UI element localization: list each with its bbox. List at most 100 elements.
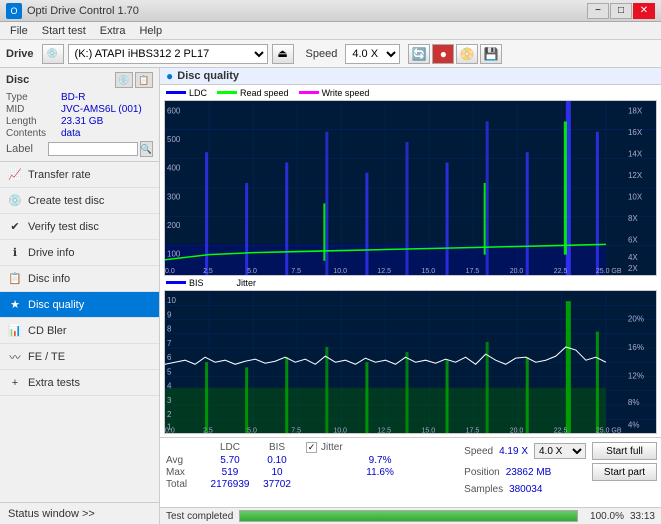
upper-chart-svg: 600 500 400 300 200 100 18X 16X 14X 12X … <box>165 101 656 275</box>
jitter-checkbox[interactable]: ✓ <box>306 442 317 453</box>
svg-text:25.0 GB: 25.0 GB <box>596 427 622 433</box>
bottom-stats: LDC BIS ✓ Jitter Avg 5.70 0.10 9.7% Max <box>160 437 661 507</box>
disc-icon1[interactable]: 💿 <box>115 72 133 88</box>
settings-icon[interactable]: ● <box>432 44 454 64</box>
svg-text:15.0: 15.0 <box>422 427 436 433</box>
svg-text:20%: 20% <box>628 314 644 323</box>
drive-bar: Drive 💿 (K:) ATAPI iHBS312 2 PL17 ⏏ Spee… <box>0 40 661 68</box>
avg-bis: 0.10 <box>256 455 298 466</box>
samples-value: 380034 <box>509 484 542 495</box>
status-window-button[interactable]: Status window >> <box>0 502 159 524</box>
maximize-button[interactable]: □ <box>610 3 632 19</box>
sidebar-item-disc-info[interactable]: 📋 Disc info <box>0 266 159 292</box>
svg-text:5.0: 5.0 <box>247 267 257 275</box>
svg-text:8: 8 <box>167 324 172 333</box>
sidebar-item-create-test-disc[interactable]: 💿 Create test disc <box>0 188 159 214</box>
svg-text:5.0: 5.0 <box>247 427 257 433</box>
sidebar-item-verify-test-disc[interactable]: ✔ Verify test disc <box>0 214 159 240</box>
start-part-button[interactable]: Start part <box>592 463 657 481</box>
menu-starttest[interactable]: Start test <box>36 24 92 38</box>
bis-header: BIS <box>256 442 298 453</box>
disc-section: Disc 💿 📋 Type BD-R MID JVC-AMS6L (001) L… <box>0 68 159 162</box>
lower-legend: BIS Jitter <box>162 277 659 289</box>
svg-text:2.5: 2.5 <box>203 427 213 433</box>
sidebar-item-drive-info[interactable]: ℹ Drive info <box>0 240 159 266</box>
eject-button[interactable]: ⏏ <box>272 44 294 64</box>
write-color <box>299 91 319 94</box>
cd-bler-icon: 📊 <box>8 324 22 338</box>
bis-legend: BIS <box>166 278 204 288</box>
disc-quality-label: Disc quality <box>28 299 84 311</box>
drive-info-icon: ℹ <box>8 246 22 260</box>
drive-icon: 💿 <box>42 44 64 64</box>
progress-bar-outer <box>239 510 578 522</box>
sidebar-item-extra-tests[interactable]: + Extra tests <box>0 370 159 396</box>
stats-empty-header <box>166 442 204 453</box>
minimize-button[interactable]: − <box>587 3 609 19</box>
svg-text:16X: 16X <box>628 127 643 136</box>
menu-extra[interactable]: Extra <box>94 24 132 38</box>
lower-chart-svg: 10 9 8 7 6 5 4 3 2 1 20% 16% 12% 8% 4% <box>165 291 656 433</box>
disc-icon2[interactable]: 📋 <box>135 72 153 88</box>
svg-text:2: 2 <box>167 410 172 419</box>
jitter-legend: Jitter <box>214 278 257 288</box>
lower-chart: 10 9 8 7 6 5 4 3 2 1 20% 16% 12% 8% 4% <box>164 290 657 434</box>
refresh-icon[interactable]: 🔄 <box>408 44 430 64</box>
ldc-color <box>166 91 186 94</box>
sidebar-item-cd-bler[interactable]: 📊 CD Bler <box>0 318 159 344</box>
svg-text:10X: 10X <box>628 192 643 201</box>
verify-disc-label: Verify test disc <box>28 221 99 233</box>
total-jitter <box>306 479 454 490</box>
media-icon[interactable]: 📀 <box>456 44 478 64</box>
svg-text:10: 10 <box>167 296 176 305</box>
svg-text:22.5: 22.5 <box>554 267 568 275</box>
progress-status: Test completed <box>166 511 233 522</box>
write-legend-label: Write speed <box>322 88 370 98</box>
chart-header-icon: ● <box>166 69 173 83</box>
save-icon[interactable]: 💾 <box>480 44 502 64</box>
speed-select[interactable]: 4.0 X <box>345 44 400 64</box>
cd-bler-label: CD Bler <box>28 325 67 337</box>
menu-file[interactable]: File <box>4 24 34 38</box>
window-controls: − □ ✕ <box>587 3 655 19</box>
length-value: 23.31 GB <box>61 116 103 127</box>
disc-title: Disc <box>6 74 29 86</box>
right-controls: Speed 4.19 X 4.0 X Start full Position 2… <box>460 438 661 507</box>
svg-text:3: 3 <box>167 396 172 405</box>
speed-dropdown[interactable]: 4.0 X <box>534 443 586 459</box>
progress-time: 33:13 <box>630 511 655 522</box>
sidebar-item-fe-te[interactable]: 〰 FE / TE <box>0 344 159 370</box>
svg-text:12X: 12X <box>628 170 643 179</box>
total-bis: 37702 <box>256 479 298 490</box>
progress-percent: 100.0% <box>584 511 624 522</box>
menu-help[interactable]: Help <box>133 24 168 38</box>
sidebar-item-disc-quality[interactable]: ★ Disc quality <box>0 292 159 318</box>
start-full-button[interactable]: Start full <box>592 442 657 460</box>
chart-header: ● Disc quality <box>160 68 661 85</box>
svg-text:4%: 4% <box>628 420 640 429</box>
sidebar-item-transfer-rate[interactable]: 📈 Transfer rate <box>0 162 159 188</box>
disc-quality-icon: ★ <box>8 298 22 312</box>
total-row: Total 2176939 37702 <box>166 479 454 490</box>
svg-text:7: 7 <box>167 339 172 348</box>
label-browse-button[interactable]: 🔍 <box>140 141 153 157</box>
read-color <box>217 91 237 94</box>
contents-value: data <box>61 128 80 139</box>
svg-text:8X: 8X <box>628 213 638 222</box>
drive-label: Drive <box>6 48 34 60</box>
svg-text:300: 300 <box>167 192 181 201</box>
svg-text:12.5: 12.5 <box>377 427 391 433</box>
svg-text:22.5: 22.5 <box>554 427 568 433</box>
stats-table-area: LDC BIS ✓ Jitter Avg 5.70 0.10 9.7% Max <box>160 438 460 507</box>
svg-text:14X: 14X <box>628 149 643 158</box>
svg-text:4: 4 <box>167 381 172 390</box>
label-input[interactable] <box>48 142 138 156</box>
svg-text:2X: 2X <box>628 263 638 272</box>
type-value: BD-R <box>61 92 85 103</box>
close-button[interactable]: ✕ <box>633 3 655 19</box>
svg-text:10.0: 10.0 <box>333 427 347 433</box>
svg-text:5: 5 <box>167 367 172 376</box>
drive-select[interactable]: (K:) ATAPI iHBS312 2 PL17 <box>68 44 268 64</box>
speed-stat-value: 4.19 X <box>499 446 528 457</box>
max-label: Max <box>166 467 204 478</box>
